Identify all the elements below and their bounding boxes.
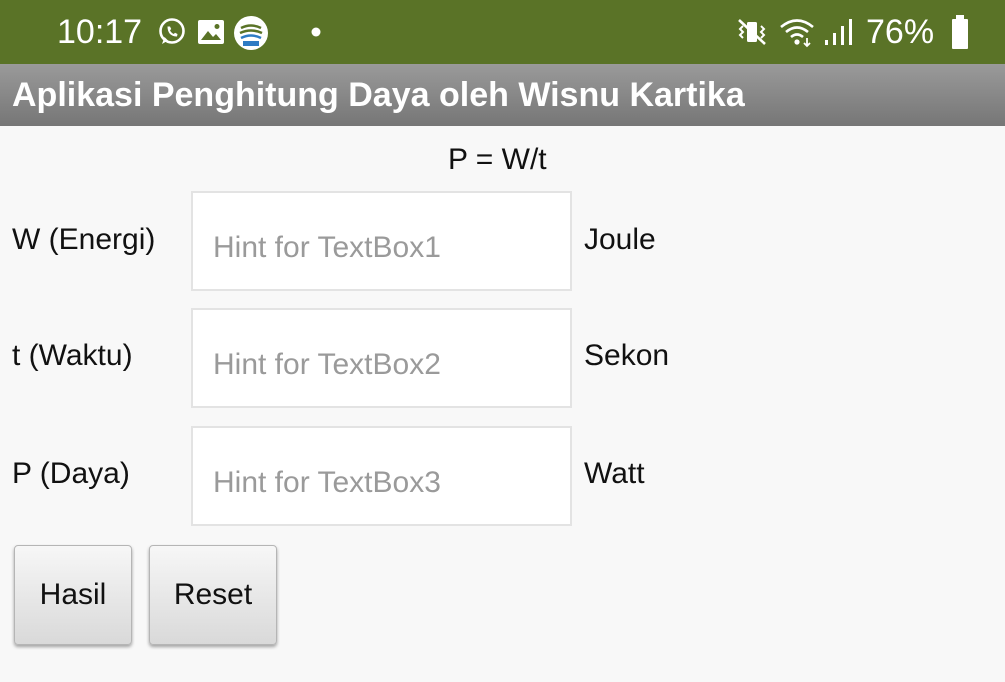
status-time: 10:17: [57, 13, 143, 51]
gallery-icon: [198, 20, 224, 44]
energy-label: W (Energi): [12, 223, 156, 256]
time-input[interactable]: [191, 308, 572, 408]
power-label: P (Daya): [12, 457, 130, 490]
energy-input[interactable]: [191, 191, 572, 291]
power-unit: Watt: [584, 457, 645, 490]
battery-icon: [952, 15, 968, 49]
dot-icon: [311, 27, 321, 37]
whatsapp-icon: [159, 18, 185, 44]
wifi-icon: [780, 19, 814, 48]
reset-button[interactable]: Reset: [149, 545, 277, 645]
hasil-button[interactable]: Hasil: [14, 545, 132, 645]
app-title: Aplikasi Penghitung Daya oleh Wisnu Kart…: [12, 76, 745, 114]
signal-icon: [825, 19, 852, 45]
status-bar: 10:17 76%: [0, 0, 1005, 64]
energy-unit: Joule: [584, 223, 656, 256]
time-label: t (Waktu): [12, 339, 133, 372]
mute-vibrate-icon: [738, 19, 766, 45]
formula-label: P = W/t: [448, 143, 547, 176]
app-title-bar: Aplikasi Penghitung Daya oleh Wisnu Kart…: [0, 64, 1005, 126]
bmkg-icon: [234, 16, 268, 50]
time-unit: Sekon: [584, 339, 670, 372]
power-input[interactable]: [191, 426, 572, 526]
battery-percent: 76%: [866, 13, 935, 51]
